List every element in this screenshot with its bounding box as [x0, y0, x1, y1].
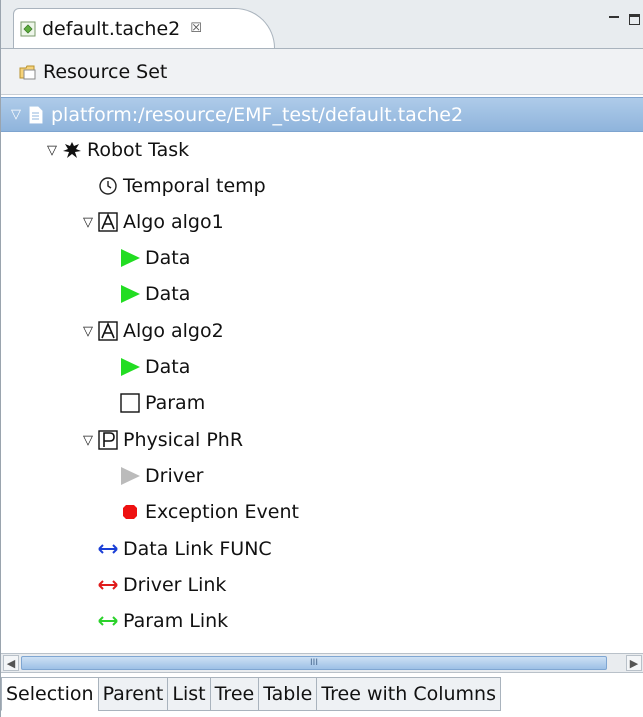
robot-task-icon: [61, 139, 83, 161]
editor-tab-title: default.tache2: [42, 17, 181, 40]
algo-icon: [97, 320, 119, 342]
editor-tab-strip: default.tache2 ☒: [1, 0, 643, 49]
tree-item-robot-task[interactable]: ▽ Robot Task: [1, 133, 643, 167]
tree-item-label: Data: [145, 247, 191, 269]
tree-item-label: Driver: [145, 465, 204, 487]
expand-toggle-icon[interactable]: ▽: [79, 433, 97, 448]
tree-item-label: Param: [145, 392, 206, 414]
scrollbar-thumb[interactable]: III: [21, 656, 607, 670]
tree-item-label: Data: [145, 283, 191, 305]
maximize-icon[interactable]: [629, 14, 640, 25]
model-tree: ▽ platform:/resource/EMF_test/default.ta…: [1, 97, 643, 652]
data-link-icon: [97, 538, 119, 560]
data-arrow-icon: [119, 247, 141, 269]
tab-tree-with-columns[interactable]: Tree with Columns: [316, 677, 501, 711]
model-file-icon: [20, 21, 36, 37]
data-arrow-icon: [119, 283, 141, 305]
tree-item-label: Algo algo2: [123, 320, 224, 342]
param-square-icon: [119, 392, 141, 414]
data-arrow-icon: [119, 356, 141, 378]
clock-icon: [97, 175, 119, 197]
tree-item-data[interactable]: Data: [1, 241, 643, 275]
minimize-icon[interactable]: [609, 14, 619, 23]
tree-item-physical[interactable]: ▽ Physical PhR: [1, 423, 643, 457]
driver-link-icon: [97, 574, 119, 596]
tab-list[interactable]: List: [167, 677, 211, 711]
physical-icon: [97, 429, 119, 451]
tree-item-data[interactable]: Data: [1, 277, 643, 311]
resource-set-icon: [19, 63, 37, 81]
tree-item-driver[interactable]: Driver: [1, 459, 643, 493]
algo-icon: [97, 211, 119, 233]
tree-item-algo2[interactable]: ▽ Algo algo2: [1, 314, 643, 348]
tree-item-data[interactable]: Data: [1, 350, 643, 384]
tree-item-label: Driver Link: [123, 574, 227, 596]
tree-item-label: Algo algo1: [123, 211, 224, 233]
expand-toggle-icon[interactable]: ▽: [7, 107, 25, 122]
tree-item-param-link[interactable]: Param Link: [1, 604, 643, 638]
resource-set-label: Resource Set: [43, 60, 168, 83]
tree-item-label: Robot Task: [87, 139, 190, 161]
tree-item-temporal[interactable]: Temporal temp: [1, 169, 643, 203]
horizontal-scrollbar[interactable]: ◀ III ▶: [1, 653, 643, 673]
resource-set-header: Resource Set: [1, 49, 643, 95]
exception-dot-icon: [119, 501, 141, 523]
tab-selection[interactable]: Selection: [1, 677, 99, 711]
close-icon[interactable]: ☒: [190, 21, 202, 36]
tree-item-data-link[interactable]: Data Link FUNC: [1, 532, 643, 566]
tree-item-driver-link[interactable]: Driver Link: [1, 568, 643, 602]
driver-arrow-icon: [119, 465, 141, 487]
tab-table[interactable]: Table: [258, 677, 318, 711]
editor-tab[interactable]: default.tache2 ☒: [13, 8, 275, 48]
tab-tree[interactable]: Tree: [209, 677, 260, 711]
expand-toggle-icon[interactable]: ▽: [79, 324, 97, 339]
scrollbar-grip: III: [310, 658, 318, 668]
tree-item-label: Data: [145, 356, 191, 378]
tree-item-label: Temporal temp: [123, 175, 266, 197]
tree-item-algo1[interactable]: ▽ Algo algo1: [1, 205, 643, 239]
tree-item-label: platform:/resource/EMF_test/default.tach…: [51, 103, 464, 126]
tree-item-label: Param Link: [123, 610, 229, 632]
tree-item-param[interactable]: Param: [1, 386, 643, 420]
tree-item-resource[interactable]: ▽ platform:/resource/EMF_test/default.ta…: [1, 97, 643, 132]
editor-page-tabs: Selection Parent List Tree Table Tree wi…: [1, 677, 501, 713]
expand-toggle-icon[interactable]: ▽: [43, 143, 61, 158]
tree-item-label: Physical PhR: [123, 429, 244, 451]
view-controls: [609, 14, 640, 25]
expand-toggle-icon[interactable]: ▽: [79, 215, 97, 230]
scroll-right-icon[interactable]: ▶: [626, 655, 642, 671]
scroll-left-icon[interactable]: ◀: [3, 655, 19, 671]
editor-frame: default.tache2 ☒ Resource Set ▽ platform…: [0, 0, 643, 717]
tree-item-label: Data Link FUNC: [123, 538, 272, 560]
param-link-icon: [97, 610, 119, 632]
file-icon: [25, 104, 47, 126]
tab-parent[interactable]: Parent: [97, 677, 169, 711]
tree-item-exception[interactable]: Exception Event: [1, 495, 643, 529]
tree-item-label: Exception Event: [145, 501, 299, 523]
